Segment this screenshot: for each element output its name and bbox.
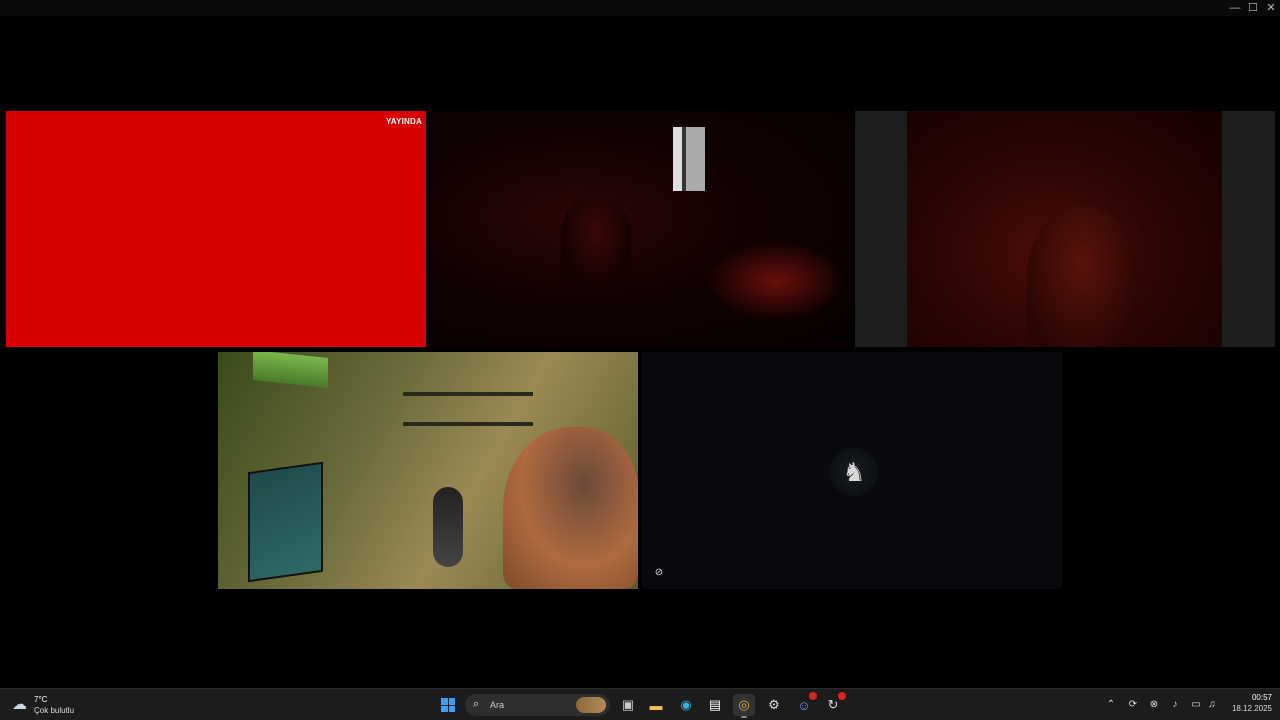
- video-call-window: — ☐ ✕ YAYINDA ♞ ⊘: [0, 0, 1280, 688]
- start-button[interactable]: [437, 694, 459, 716]
- weather-description: Çok bulutlu: [34, 706, 75, 715]
- edge-icon[interactable]: ◉: [675, 694, 697, 716]
- notification-badge: [809, 692, 817, 700]
- notification-badge: [838, 692, 846, 700]
- neon-sign: [253, 352, 328, 388]
- taskbar-search[interactable]: ⌕ Ara: [465, 694, 610, 716]
- taskbar: ☁ 7°C Çok bulutlu ⌕ Ara ▣ ▬ ◉ ▤ ◎ ⚙ ☺ ↻ …: [0, 688, 1280, 720]
- video-tile-streamer-room[interactable]: [218, 352, 638, 589]
- taskbar-clock[interactable]: 00:57 18.12.2025: [1222, 693, 1272, 717]
- title-bar: — ☐ ✕: [0, 0, 1280, 16]
- participant-silhouette: [503, 427, 638, 589]
- display-icon[interactable]: ▭: [1188, 697, 1204, 713]
- steam-icon[interactable]: ⚙: [763, 694, 785, 716]
- red-glow: [706, 241, 846, 321]
- video-tile-red-room[interactable]: [855, 111, 1275, 347]
- tray-overflow-chevron[interactable]: ⌃: [1104, 697, 1118, 713]
- microphone-icon[interactable]: ♪: [1168, 697, 1182, 713]
- sync-icon[interactable]: ⟳: [1125, 697, 1141, 713]
- close-button[interactable]: ✕: [1262, 1, 1280, 15]
- microphone-shape: [433, 487, 463, 567]
- task-view-icon[interactable]: ▣: [617, 694, 639, 716]
- search-highlight-image: [576, 697, 606, 713]
- discord-icon[interactable]: ☺: [793, 692, 817, 716]
- video-feed: [907, 111, 1222, 347]
- weather-widget[interactable]: ☁ 7°C Çok bulutlu: [12, 693, 102, 717]
- video-tile-live[interactable]: YAYINDA: [6, 111, 426, 347]
- lamp-shape: [673, 127, 705, 191]
- network-off-icon[interactable]: ⊗: [1146, 697, 1162, 713]
- monitor-shape: [248, 461, 323, 583]
- clock-date: 18.12.2025: [1231, 704, 1272, 713]
- maximize-button[interactable]: ☐: [1244, 1, 1262, 15]
- chrome-icon[interactable]: ◎: [733, 694, 755, 718]
- warrior-avatar-icon: ♞: [830, 448, 878, 496]
- windows-logo-icon: [441, 698, 455, 712]
- shelf: [403, 422, 533, 426]
- search-placeholder: Ara: [490, 700, 505, 710]
- weather-temperature: 7°C: [34, 695, 48, 704]
- cloud-sun-icon: ☁: [12, 696, 27, 713]
- video-tile-dark-room[interactable]: [431, 111, 851, 347]
- video-tile-avatar[interactable]: ♞: [642, 352, 1062, 589]
- folder-icon[interactable]: ▬: [645, 694, 667, 716]
- live-badge: YAYINDA: [381, 116, 426, 127]
- volume-icon[interactable]: ♫: [1205, 697, 1219, 713]
- active-indicator: [741, 716, 747, 718]
- minimize-button[interactable]: —: [1226, 1, 1244, 15]
- shelf: [403, 392, 533, 396]
- participant-silhouette: [561, 196, 631, 286]
- clock-time: 00:57: [1251, 693, 1272, 702]
- store-icon[interactable]: ▤: [704, 694, 726, 716]
- app-icon[interactable]: ↻: [822, 692, 846, 716]
- screen-share-off-icon[interactable]: ⊘: [653, 567, 665, 579]
- participant-silhouette: [1027, 206, 1137, 347]
- search-icon: ⌕: [473, 698, 480, 710]
